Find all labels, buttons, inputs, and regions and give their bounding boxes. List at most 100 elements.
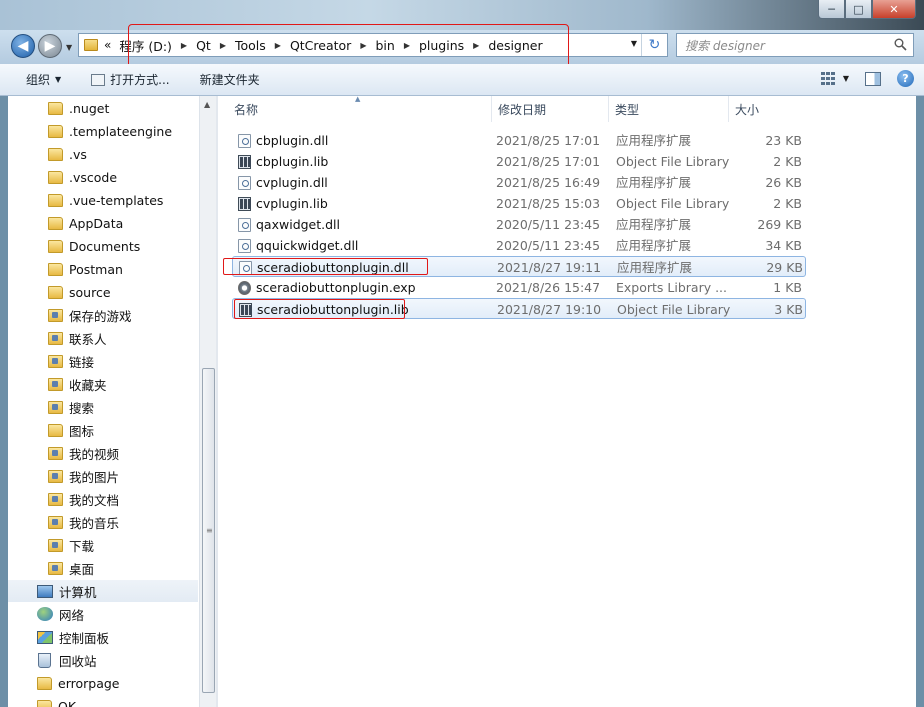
sidebar-item[interactable]: 我的视频 bbox=[8, 442, 198, 464]
sidebar-item[interactable]: 我的文档 bbox=[8, 488, 198, 510]
breadcrumb-overflow-icon[interactable]: « bbox=[104, 38, 115, 52]
sidebar-item[interactable]: 搜索 bbox=[8, 396, 198, 418]
folder-icon bbox=[48, 423, 63, 437]
folder-icon bbox=[48, 239, 63, 253]
sidebar-item-label: 桌面 bbox=[69, 561, 95, 577]
special-folder-icon bbox=[48, 446, 63, 460]
organize-button[interactable]: 组织 ▼ bbox=[16, 71, 71, 88]
file-row[interactable]: sceradiobuttonplugin.exp 2021/8/26 15:47 E… bbox=[232, 277, 806, 298]
sidebar-item[interactable]: 我的音乐 bbox=[8, 511, 198, 533]
file-size: 26 KB bbox=[765, 175, 802, 190]
column-header-type[interactable]: 类型 bbox=[609, 96, 729, 122]
file-row[interactable]: qquickwidget.dll 2020/5/11 23:45 应用程序扩展 34 … bbox=[232, 235, 806, 256]
refresh-icon[interactable]: ↻ bbox=[641, 34, 667, 56]
file-type: Object File Library bbox=[617, 302, 731, 317]
forward-button[interactable]: ▶ bbox=[38, 34, 62, 58]
exp-icon bbox=[238, 281, 251, 295]
pane-splitter[interactable] bbox=[216, 96, 218, 707]
search-input[interactable]: 搜索 designer bbox=[676, 33, 914, 57]
sidebar-item[interactable]: 联系人 bbox=[8, 327, 198, 349]
lib-icon bbox=[238, 197, 251, 211]
file-date: 2021/8/27 19:10 bbox=[497, 302, 602, 317]
sidebar-item[interactable]: 保存的游戏 bbox=[8, 304, 198, 326]
sidebar-item-label: Documents bbox=[69, 238, 141, 254]
sidebar-item[interactable]: AppData bbox=[8, 212, 198, 234]
column-type-label: 类型 bbox=[615, 102, 640, 117]
sidebar-item[interactable]: 回收站 bbox=[8, 649, 198, 671]
command-bar: 组织 ▼ 打开方式... 新建文件夹 ▼ ? bbox=[0, 64, 924, 96]
file-row[interactable]: cbplugin.lib 2021/8/25 17:01 Object File L… bbox=[232, 151, 806, 172]
file-row[interactable]: cvplugin.dll 2021/8/25 16:49 应用程序扩展 26 KB bbox=[232, 172, 806, 193]
chevron-down-icon[interactable]: ▼ bbox=[843, 74, 849, 83]
sidebar-item[interactable]: .templateengine bbox=[8, 120, 198, 142]
sidebar-item[interactable]: Postman bbox=[8, 258, 198, 280]
sidebar-item[interactable]: OK bbox=[8, 695, 198, 707]
sidebar-item-label: 搜索 bbox=[69, 400, 95, 416]
column-size-label: 大小 bbox=[735, 102, 760, 117]
file-size: 269 KB bbox=[757, 217, 802, 232]
column-date-label: 修改日期 bbox=[498, 102, 547, 117]
scroll-grip-icon: ≡ bbox=[206, 526, 213, 535]
preview-pane-icon[interactable] bbox=[865, 71, 881, 86]
column-header-size[interactable]: 大小 bbox=[729, 96, 807, 122]
file-name: sceradiobuttonplugin.exp bbox=[256, 280, 416, 295]
file-list: ▲ 名称 修改日期 类型 大小 cbplugin.dll 2021/8/25 17… bbox=[220, 95, 916, 707]
sidebar-item[interactable]: 计算机 bbox=[8, 580, 198, 602]
special-folder-icon bbox=[48, 561, 63, 575]
sidebar-item-label: .templateengine bbox=[69, 123, 173, 139]
file-size: 29 KB bbox=[766, 260, 803, 275]
folder-icon bbox=[48, 285, 63, 299]
sidebar-item-label: 我的文档 bbox=[69, 492, 120, 508]
window-controls: ─ □ ✕ bbox=[818, 0, 916, 19]
special-folder-icon bbox=[48, 469, 63, 483]
minimize-button[interactable]: ─ bbox=[818, 0, 845, 19]
file-name: cvplugin.dll bbox=[256, 175, 328, 190]
sidebar-item-label: OK bbox=[58, 698, 77, 707]
sidebar-item-label: 图标 bbox=[69, 423, 95, 439]
special-folder-icon bbox=[48, 400, 63, 414]
sidebar-item[interactable]: .vscode bbox=[8, 166, 198, 188]
help-icon[interactable]: ? bbox=[897, 70, 914, 87]
file-row[interactable]: qaxwidget.dll 2020/5/11 23:45 应用程序扩展 269 KB bbox=[232, 214, 806, 235]
sidebar-item[interactable]: 网络 bbox=[8, 603, 198, 625]
sidebar-item[interactable]: 收藏夹 bbox=[8, 373, 198, 395]
sidebar-item[interactable]: 桌面 bbox=[8, 557, 198, 579]
sidebar-item-label: AppData bbox=[69, 215, 124, 231]
sidebar-item[interactable]: errorpage bbox=[8, 672, 198, 694]
maximize-button[interactable]: □ bbox=[845, 0, 872, 19]
sidebar-item[interactable]: .nuget bbox=[8, 97, 198, 119]
back-button[interactable]: ◀ bbox=[11, 34, 35, 58]
open-with-button[interactable]: 打开方式... bbox=[81, 71, 179, 88]
sidebar-item[interactable]: 链接 bbox=[8, 350, 198, 372]
sidebar-item[interactable]: .vs bbox=[8, 143, 198, 165]
navigation-pane-scrollbar[interactable]: ▲ ≡ bbox=[199, 96, 216, 707]
open-with-label: 打开方式... bbox=[110, 73, 170, 87]
column-header-date[interactable]: 修改日期 bbox=[492, 96, 609, 122]
special-folder-icon bbox=[48, 331, 63, 345]
file-name: cvplugin.lib bbox=[256, 196, 328, 211]
sidebar-item[interactable]: 控制面板 bbox=[8, 626, 198, 648]
column-header-name[interactable]: 名称 bbox=[228, 96, 492, 122]
change-view-button[interactable]: ▼ bbox=[820, 71, 849, 86]
sidebar-item-label: source bbox=[69, 284, 111, 300]
network-icon bbox=[37, 607, 53, 621]
folder-icon bbox=[48, 101, 63, 115]
sidebar-item-label: 计算机 bbox=[59, 584, 97, 600]
recent-pages-dropdown-icon[interactable]: ▼ bbox=[66, 43, 72, 52]
file-row[interactable]: cbplugin.dll 2021/8/25 17:01 应用程序扩展 23 KB bbox=[232, 130, 806, 151]
sidebar-item[interactable]: 图标 bbox=[8, 419, 198, 441]
file-row[interactable]: cvplugin.lib 2021/8/25 15:03 Object File L… bbox=[232, 193, 806, 214]
new-folder-button[interactable]: 新建文件夹 bbox=[190, 71, 270, 88]
file-type: 应用程序扩展 bbox=[616, 133, 692, 148]
sidebar-item[interactable]: source bbox=[8, 281, 198, 303]
address-dropdown-icon[interactable]: ▼ bbox=[631, 39, 637, 48]
sidebar-item-label: 下载 bbox=[69, 538, 95, 554]
sidebar-item[interactable]: .vue-templates bbox=[8, 189, 198, 211]
scrollbar-thumb[interactable]: ≡ bbox=[202, 368, 215, 693]
sidebar-item[interactable]: 我的图片 bbox=[8, 465, 198, 487]
sidebar-item[interactable]: Documents bbox=[8, 235, 198, 257]
sidebar-item-label: .vscode bbox=[69, 169, 118, 185]
sidebar-item[interactable]: 下载 bbox=[8, 534, 198, 556]
scroll-up-icon[interactable]: ▲ bbox=[204, 100, 210, 109]
close-button[interactable]: ✕ bbox=[872, 0, 916, 19]
